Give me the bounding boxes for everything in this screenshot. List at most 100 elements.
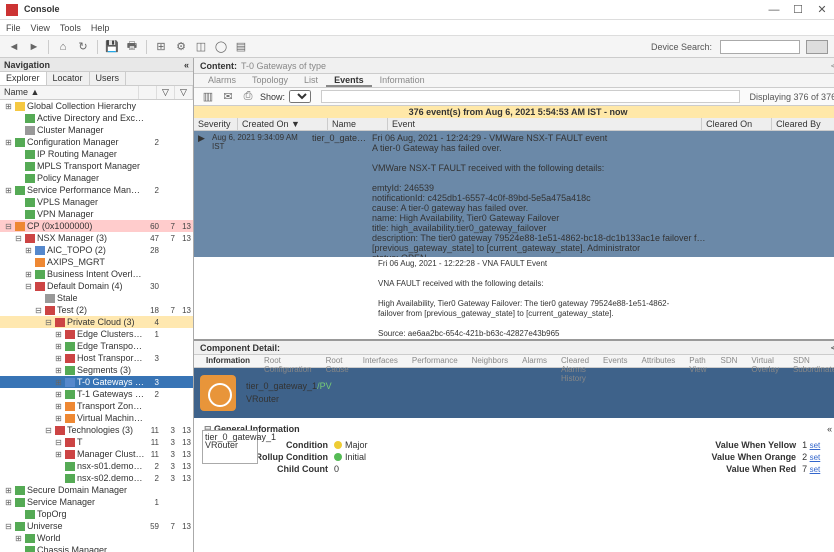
set-link[interactable]: set	[810, 453, 821, 462]
col-severity[interactable]: Severity	[194, 118, 238, 130]
tree-node[interactable]: ⊞Edge Transport Nodes (2)	[0, 340, 193, 352]
close-button[interactable]: ✕	[816, 4, 828, 16]
tree-node[interactable]: ⊟Private Cloud (3)4	[0, 316, 193, 328]
col-created[interactable]: Created On ▼	[238, 118, 328, 130]
tree-node[interactable]: Cluster Manager	[0, 124, 193, 136]
tree-node[interactable]: ⊞Configuration Manager2	[0, 136, 193, 148]
tab-information[interactable]: Information	[372, 74, 433, 87]
tree-node[interactable]: TopOrg	[0, 508, 193, 520]
comp-tab[interactable]: Performance	[406, 355, 464, 367]
tree-node[interactable]: ⊟T11313	[0, 436, 193, 448]
comp-tab[interactable]: Virtual Overlay	[745, 355, 785, 367]
col-event[interactable]: Event	[388, 118, 702, 130]
comp-tab[interactable]: Cleared Alarms History	[555, 355, 595, 367]
menu-tools[interactable]: Tools	[60, 23, 81, 33]
mail-icon[interactable]: ✉	[220, 89, 236, 105]
comp-tab[interactable]: Attributes	[636, 355, 682, 367]
tree-node[interactable]: nsx-s01.demo.com2313	[0, 460, 193, 472]
menu-view[interactable]: View	[31, 23, 50, 33]
nav-collapse-icon[interactable]: «	[184, 60, 189, 70]
print-icon[interactable]: 🖶	[124, 39, 140, 55]
tab-list[interactable]: List	[296, 74, 326, 87]
nav-tab-explorer[interactable]: Explorer	[0, 72, 47, 85]
nav-col-3[interactable]: ▽	[175, 86, 193, 99]
comp-tab[interactable]: Alarms	[516, 355, 553, 367]
export-icon[interactable]: ⎙	[240, 89, 256, 105]
search-go-button[interactable]	[806, 40, 828, 54]
layers-icon[interactable]: ▤	[233, 39, 249, 55]
tree-node[interactable]: ⊞T-0 Gateways (3)3	[0, 376, 193, 388]
tree-node[interactable]: ⊟Test (2)18713	[0, 304, 193, 316]
comp-tab[interactable]: SDN	[714, 355, 743, 367]
tree-node[interactable]: ⊞Segments (3)	[0, 364, 193, 376]
network-icon[interactable]: ⚙	[173, 39, 189, 55]
tab-alarms[interactable]: Alarms	[200, 74, 244, 87]
device-search-input[interactable]	[720, 40, 800, 54]
tree-node[interactable]: Active Directory and Exchange Server Man…	[0, 112, 193, 124]
tree-icon[interactable]: ⊞	[153, 39, 169, 55]
tree-node[interactable]: ⊟NSX Manager (3)47713	[0, 232, 193, 244]
home-icon[interactable]: ⌂	[55, 39, 71, 55]
show-select[interactable]	[289, 90, 311, 103]
tree-node[interactable]: ⊞Secure Domain Manager	[0, 484, 193, 496]
nav-tree[interactable]: ⊞Global Collection HierarchyActive Direc…	[0, 100, 193, 552]
comp-tab[interactable]: Root Cause	[320, 355, 355, 367]
tree-node[interactable]: Stale	[0, 292, 193, 304]
set-link[interactable]: set	[810, 465, 821, 474]
tree-node[interactable]: ⊟Technologies (3)11313	[0, 424, 193, 436]
tree-node[interactable]: ⊟CP (0x1000000)60713	[0, 220, 193, 232]
tree-node[interactable]: ⊞Host Transport Nodes (3)3	[0, 352, 193, 364]
col-cleared-by[interactable]: Cleared By	[772, 118, 834, 130]
tree-node[interactable]: MPLS Transport Manager	[0, 160, 193, 172]
forward-icon[interactable]: ►	[26, 39, 42, 55]
tree-node[interactable]: AXIPS_MGRT	[0, 256, 193, 268]
comp-tab[interactable]: SDN Subordinate	[787, 355, 834, 367]
nav-col-1[interactable]	[139, 86, 157, 99]
nav-tab-locator[interactable]: Locator	[47, 72, 90, 85]
comp-tab[interactable]: Neighbors	[466, 355, 514, 367]
tree-node[interactable]: Chassis Manager	[0, 544, 193, 552]
nav-tab-users[interactable]: Users	[90, 72, 127, 85]
tree-node[interactable]: VPLS Manager	[0, 196, 193, 208]
maximize-button[interactable]: ☐	[792, 4, 804, 16]
col-name[interactable]: Name	[328, 118, 388, 130]
tree-node[interactable]: VPN Manager	[0, 208, 193, 220]
back-icon[interactable]: ◄	[6, 39, 22, 55]
tree-node[interactable]: ⊞Global Collection Hierarchy	[0, 100, 193, 112]
menu-file[interactable]: File	[6, 23, 21, 33]
tree-node[interactable]: ⊞World	[0, 532, 193, 544]
globe-icon[interactable]: ◯	[213, 39, 229, 55]
events-body[interactable]: ▶ Aug 6, 2021 9:34:09 AM IST tier_0_gate…	[194, 131, 834, 339]
collapse-icon[interactable]: «	[827, 424, 832, 439]
refresh-icon[interactable]: ↻	[75, 39, 91, 55]
nav-col-name[interactable]: Name ▲	[0, 86, 139, 99]
tree-node[interactable]: nsx-s02.demo.com2313	[0, 472, 193, 484]
minimize-button[interactable]: —	[768, 4, 780, 16]
set-link[interactable]: set	[810, 441, 821, 450]
tree-node[interactable]: ⊟Universe59713	[0, 520, 193, 532]
comp-tab[interactable]: Root Configuration	[258, 355, 318, 367]
comp-tab[interactable]: Interfaces	[357, 355, 404, 367]
tree-node[interactable]: ⊞Manager Cluster…11313	[0, 448, 193, 460]
tree-node[interactable]: ⊞Edge Clusters (1)1	[0, 328, 193, 340]
tree-node[interactable]: ⊟Default Domain (4)30	[0, 280, 193, 292]
save-icon[interactable]: 💾	[104, 39, 120, 55]
tab-topology[interactable]: Topology	[244, 74, 296, 87]
comp-tab[interactable]: Information	[200, 355, 256, 367]
tree-node[interactable]: ⊞AIC_TOPO (2)28	[0, 244, 193, 256]
tree-node[interactable]: ⊞Virtual Machines (4)	[0, 412, 193, 424]
tree-node[interactable]: ⊞Business Intent Overlays (1)	[0, 268, 193, 280]
comp-tab[interactable]: Events	[597, 355, 633, 367]
tree-node[interactable]: ⊞Service Manager1	[0, 496, 193, 508]
tab-events[interactable]: Events	[326, 74, 372, 87]
col-cleared-on[interactable]: Cleared On	[702, 118, 772, 130]
tree-node[interactable]: IP Routing Manager	[0, 148, 193, 160]
db-icon[interactable]: ◫	[193, 39, 209, 55]
tree-node[interactable]: ⊞Transport Zones (6)	[0, 400, 193, 412]
tree-node[interactable]: ⊞Service Performance Manager2	[0, 184, 193, 196]
event-row[interactable]: Fri 06 Aug, 2021 - 12:22:28 - VNA FAULT …	[194, 257, 834, 339]
events-filter-input[interactable]	[321, 90, 740, 103]
comp-tab[interactable]: Path View	[683, 355, 712, 367]
menu-help[interactable]: Help	[91, 23, 110, 33]
tree-node[interactable]: ⊞T-1 Gateways (2)2	[0, 388, 193, 400]
